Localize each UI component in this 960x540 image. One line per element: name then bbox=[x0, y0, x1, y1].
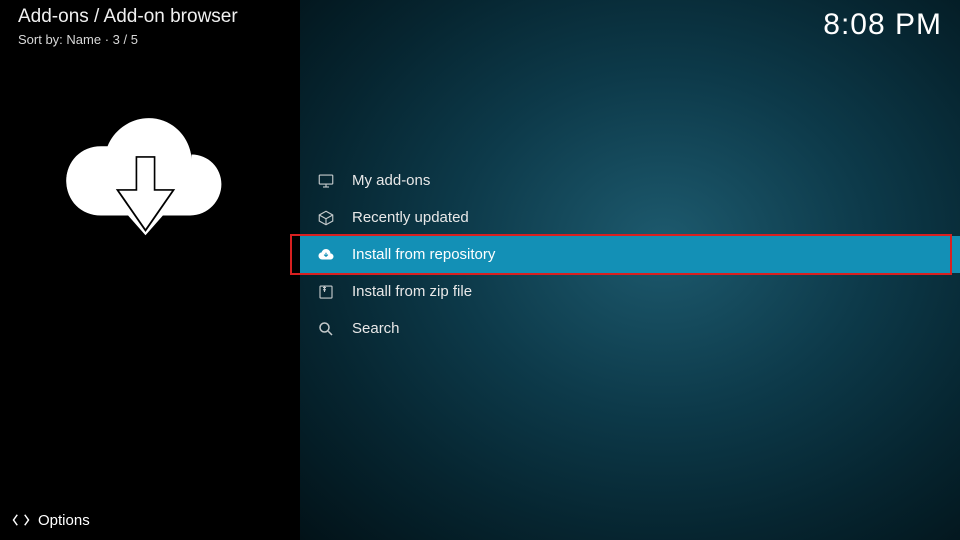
download-cloud-icon bbox=[63, 100, 228, 255]
main-panel: 8:08 PM My add-ons Recently updated Instal… bbox=[300, 0, 960, 540]
breadcrumb: Add-ons / Add-on browser bbox=[18, 6, 238, 28]
options-label: Options bbox=[38, 512, 90, 529]
search-icon bbox=[316, 319, 336, 339]
menu-item-install-from-zip-file[interactable]: Install from zip file bbox=[300, 273, 960, 310]
sort-info: Sort by: Name · 3 / 5 bbox=[18, 32, 138, 47]
menu-item-label: Recently updated bbox=[352, 209, 469, 226]
cloud-download-icon bbox=[316, 245, 336, 265]
zip-icon bbox=[316, 282, 336, 302]
clock: 8:08 PM bbox=[823, 8, 942, 42]
sidebar: Add-ons / Add-on browser Sort by: Name ·… bbox=[0, 0, 300, 540]
menu-item-label: Install from zip file bbox=[352, 283, 472, 300]
package-icon bbox=[316, 208, 336, 228]
menu-item-recently-updated[interactable]: Recently updated bbox=[300, 199, 960, 236]
menu-item-search[interactable]: Search bbox=[300, 310, 960, 347]
monitor-icon bbox=[316, 171, 336, 191]
menu-item-label: Search bbox=[352, 320, 400, 337]
menu-item-label: My add-ons bbox=[352, 172, 430, 189]
addon-menu: My add-ons Recently updated Install from r… bbox=[300, 162, 960, 347]
menu-item-install-from-repository[interactable]: Install from repository bbox=[300, 236, 960, 273]
menu-item-my-add-ons[interactable]: My add-ons bbox=[300, 162, 960, 199]
options-icon bbox=[12, 511, 30, 529]
menu-item-label: Install from repository bbox=[352, 246, 495, 263]
footer-options[interactable]: Options bbox=[0, 500, 960, 540]
